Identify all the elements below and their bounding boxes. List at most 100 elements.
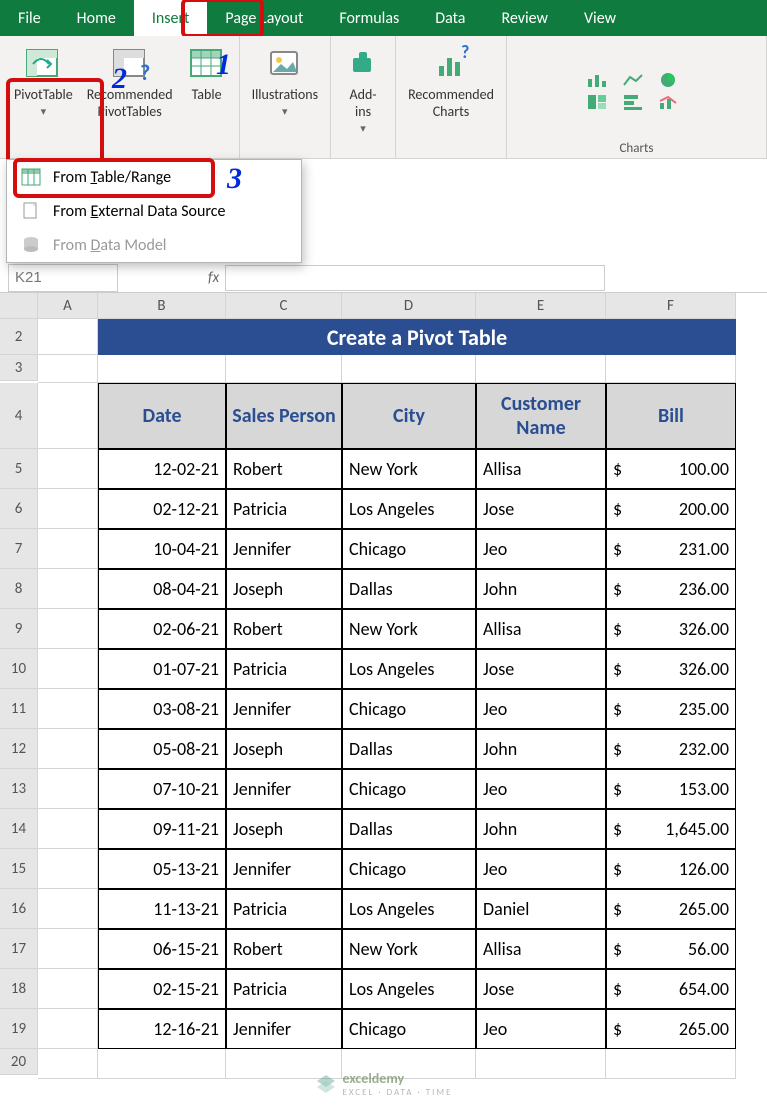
cell-A18[interactable]	[38, 969, 98, 1009]
table-cell[interactable]: 02-06-21	[98, 609, 226, 649]
table-cell[interactable]: 06-15-21	[98, 929, 226, 969]
row-head-15[interactable]: 15	[0, 849, 38, 889]
worksheet-grid[interactable]: ABCDEF2Create a Pivot Table34DateSales P…	[0, 293, 767, 1079]
cell-A7[interactable]	[38, 529, 98, 569]
combo-chart-icon[interactable]	[658, 93, 682, 111]
table-cell[interactable]: Dallas	[342, 569, 476, 609]
table-row[interactable]: 02-12-21PatriciaLos AngelesJose$200.00	[98, 489, 736, 529]
table-cell[interactable]: Los Angeles	[342, 969, 476, 1009]
cell-C20[interactable]	[226, 1049, 342, 1079]
table-cell[interactable]: John	[476, 729, 606, 769]
cell-A11[interactable]	[38, 689, 98, 729]
table-cell[interactable]: Patricia	[226, 489, 342, 529]
row-head-17[interactable]: 17	[0, 929, 38, 969]
table-row[interactable]: 12-16-21JenniferChicagoJeo$265.00	[98, 1009, 736, 1049]
table-cell[interactable]: Patricia	[226, 649, 342, 689]
table-cell[interactable]: Patricia	[226, 889, 342, 929]
table-row[interactable]: 02-15-21PatriciaLos AngelesJose$654.00	[98, 969, 736, 1009]
cell-A19[interactable]	[38, 1009, 98, 1049]
row-head-5[interactable]: 5	[0, 449, 38, 489]
table-cell[interactable]: Chicago	[342, 1009, 476, 1049]
table-cell[interactable]: 05-08-21	[98, 729, 226, 769]
table-row[interactable]: 03-08-21JenniferChicagoJeo$235.00	[98, 689, 736, 729]
table-row[interactable]: 05-13-21JenniferChicagoJeo$126.00	[98, 849, 736, 889]
table-cell[interactable]: Jeo	[476, 689, 606, 729]
tab-file[interactable]: File	[0, 0, 59, 36]
table-cell[interactable]: Allisa	[476, 929, 606, 969]
cell-A4[interactable]	[38, 383, 98, 449]
cell-A15[interactable]	[38, 849, 98, 889]
table-cell[interactable]: $236.00	[606, 569, 736, 609]
table-cell[interactable]: Jennifer	[226, 769, 342, 809]
cell-A12[interactable]	[38, 729, 98, 769]
table-row[interactable]: 12-02-21RobertNew YorkAllisa$100.00	[98, 449, 736, 489]
recommended-charts-button[interactable]: ? Recommended Charts	[404, 42, 498, 122]
table-cell[interactable]: $126.00	[606, 849, 736, 889]
table-cell[interactable]: 02-12-21	[98, 489, 226, 529]
tab-data[interactable]: Data	[417, 0, 483, 36]
col-head-E[interactable]: E	[476, 293, 606, 319]
table-cell[interactable]: $235.00	[606, 689, 736, 729]
table-cell[interactable]: $265.00	[606, 889, 736, 929]
table-row[interactable]: 05-08-21JosephDallasJohn$232.00	[98, 729, 736, 769]
row-head-3[interactable]: 3	[0, 355, 38, 381]
recommended-pivottables-button[interactable]: ? Recommended PivotTables	[83, 42, 177, 122]
table-cell[interactable]: 09-11-21	[98, 809, 226, 849]
cell-F20[interactable]	[606, 1049, 736, 1079]
table-cell[interactable]: Jennifer	[226, 1009, 342, 1049]
table-cell[interactable]: Chicago	[342, 689, 476, 729]
select-all-corner[interactable]	[0, 293, 38, 319]
col-head-D[interactable]: D	[342, 293, 476, 319]
formula-input[interactable]	[225, 265, 605, 291]
table-cell[interactable]: $265.00	[606, 1009, 736, 1049]
table-cell[interactable]: Robert	[226, 449, 342, 489]
row-head-12[interactable]: 12	[0, 729, 38, 769]
name-box[interactable]	[8, 264, 118, 292]
table-cell[interactable]: $200.00	[606, 489, 736, 529]
addins-button[interactable]: Add- ins ▾	[339, 42, 387, 137]
cell-A17[interactable]	[38, 929, 98, 969]
table-cell[interactable]: Los Angeles	[342, 889, 476, 929]
col-head-B[interactable]: B	[98, 293, 226, 319]
table-cell[interactable]: New York	[342, 929, 476, 969]
cell-A16[interactable]	[38, 889, 98, 929]
cell-A3[interactable]	[38, 355, 98, 383]
row-head-19[interactable]: 19	[0, 1009, 38, 1049]
cell-E3[interactable]	[476, 355, 606, 383]
cell-D3[interactable]	[342, 355, 476, 383]
table-cell[interactable]: Dallas	[342, 809, 476, 849]
tab-review[interactable]: Review	[483, 0, 566, 36]
col-head-A[interactable]: A	[38, 293, 98, 319]
table-cell[interactable]: Robert	[226, 929, 342, 969]
tab-view[interactable]: View	[566, 0, 634, 36]
table-cell[interactable]: Allisa	[476, 449, 606, 489]
table-cell[interactable]: Joseph	[226, 569, 342, 609]
row-head-13[interactable]: 13	[0, 769, 38, 809]
table-cell[interactable]: $326.00	[606, 649, 736, 689]
cell-A13[interactable]	[38, 769, 98, 809]
row-head-16[interactable]: 16	[0, 889, 38, 929]
table-cell[interactable]: Chicago	[342, 849, 476, 889]
col-head-C[interactable]: C	[226, 293, 342, 319]
table-cell[interactable]: Dallas	[342, 729, 476, 769]
col-head-F[interactable]: F	[606, 293, 736, 319]
table-cell[interactable]: $232.00	[606, 729, 736, 769]
row-head-6[interactable]: 6	[0, 489, 38, 529]
table-row[interactable]: 01-07-21PatriciaLos AngelesJose$326.00	[98, 649, 736, 689]
cell-B20[interactable]	[98, 1049, 226, 1079]
from-table-range-item[interactable]: From Table/Range	[7, 160, 301, 194]
table-cell[interactable]: Jeo	[476, 769, 606, 809]
illustrations-button[interactable]: Illustrations ▾	[248, 42, 323, 120]
table-cell[interactable]: $56.00	[606, 929, 736, 969]
tab-home[interactable]: Home	[59, 0, 134, 36]
cell-A6[interactable]	[38, 489, 98, 529]
table-row[interactable]: 11-13-21PatriciaLos AngelesDaniel$265.00	[98, 889, 736, 929]
table-cell[interactable]: Joseph	[226, 809, 342, 849]
table-row[interactable]: 06-15-21RobertNew YorkAllisa$56.00	[98, 929, 736, 969]
table-cell[interactable]: $153.00	[606, 769, 736, 809]
line-chart-icon[interactable]	[622, 71, 646, 89]
cell-A9[interactable]	[38, 609, 98, 649]
from-external-item[interactable]: From External Data Source	[7, 194, 301, 228]
table-row[interactable]: 02-06-21RobertNew YorkAllisa$326.00	[98, 609, 736, 649]
row-head-20[interactable]: 20	[0, 1049, 38, 1075]
